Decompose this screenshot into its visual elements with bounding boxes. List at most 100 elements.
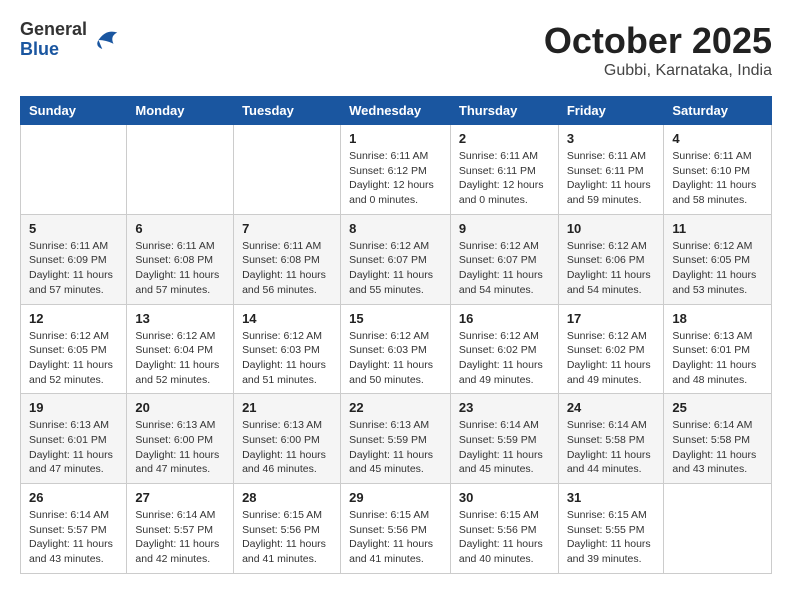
week-row-3: 12 Sunrise: 6:12 AM Sunset: 6:05 PM Dayli…: [21, 304, 772, 394]
page-header: General Blue October 2025 Gubbi, Karnata…: [20, 20, 772, 80]
day-number: 14: [242, 311, 332, 326]
day-info: Sunrise: 6:12 AM Sunset: 6:02 PM Dayligh…: [567, 329, 656, 388]
day-header-friday: Friday: [558, 97, 664, 125]
calendar-cell: 17 Sunrise: 6:12 AM Sunset: 6:02 PM Dayli…: [558, 304, 664, 394]
calendar-cell: 29Sunrise: 6:15 AM Sunset: 5:56 PM Dayli…: [341, 484, 451, 574]
calendar-cell: 27 Sunrise: 6:14 AM Sunset: 5:57 PM Dayli…: [127, 484, 234, 574]
calendar-cell: [234, 125, 341, 215]
calendar-cell: 18 Sunrise: 6:13 AM Sunset: 6:01 PM Dayli…: [664, 304, 772, 394]
day-header-wednesday: Wednesday: [341, 97, 451, 125]
day-number: 2: [459, 131, 550, 146]
calendar-cell: 2 Sunrise: 6:11 AM Sunset: 6:11 PM Daylig…: [450, 125, 558, 215]
calendar-cell: 21 Sunrise: 6:13 AM Sunset: 6:00 PM Dayli…: [234, 394, 341, 484]
day-number: 18: [672, 311, 763, 326]
day-number: 11: [672, 221, 763, 236]
day-number: 31: [567, 490, 656, 505]
calendar-cell: 10 Sunrise: 6:12 AM Sunset: 6:06 PM Dayli…: [558, 214, 664, 304]
calendar-cell: 9Sunrise: 6:12 AM Sunset: 6:07 PM Daylig…: [450, 214, 558, 304]
calendar-table: SundayMondayTuesdayWednesdayThursdayFrid…: [20, 96, 772, 574]
calendar-cell: 12 Sunrise: 6:12 AM Sunset: 6:05 PM Dayli…: [21, 304, 127, 394]
day-number: 27: [135, 490, 225, 505]
month-title: October 2025: [544, 20, 772, 62]
day-info: Sunrise: 6:12 AM Sunset: 6:05 PM Dayligh…: [29, 329, 118, 388]
day-info: Sunrise: 6:11 AM Sunset: 6:09 PM Dayligh…: [29, 239, 118, 298]
day-info: Sunrise: 6:11 AM Sunset: 6:10 PM Dayligh…: [672, 149, 763, 208]
week-row-2: 5Sunrise: 6:11 AM Sunset: 6:09 PM Daylig…: [21, 214, 772, 304]
day-header-saturday: Saturday: [664, 97, 772, 125]
day-number: 20: [135, 400, 225, 415]
day-info: Sunrise: 6:12 AM Sunset: 6:07 PM Dayligh…: [459, 239, 550, 298]
calendar-cell: 24Sunrise: 6:14 AM Sunset: 5:58 PM Dayli…: [558, 394, 664, 484]
calendar-cell: 3 Sunrise: 6:11 AM Sunset: 6:11 PM Daylig…: [558, 125, 664, 215]
day-info: Sunrise: 6:12 AM Sunset: 6:03 PM Dayligh…: [349, 329, 442, 388]
day-number: 23: [459, 400, 550, 415]
calendar-cell: 20 Sunrise: 6:13 AM Sunset: 6:00 PM Dayli…: [127, 394, 234, 484]
calendar-cell: 8Sunrise: 6:12 AM Sunset: 6:07 PM Daylig…: [341, 214, 451, 304]
day-number: 1: [349, 131, 442, 146]
day-number: 8: [349, 221, 442, 236]
day-number: 25: [672, 400, 763, 415]
day-info: Sunrise: 6:13 AM Sunset: 5:59 PM Dayligh…: [349, 418, 442, 477]
day-info: Sunrise: 6:12 AM Sunset: 6:05 PM Dayligh…: [672, 239, 763, 298]
day-info: Sunrise: 6:12 AM Sunset: 6:06 PM Dayligh…: [567, 239, 656, 298]
day-info: Sunrise: 6:12 AM Sunset: 6:03 PM Dayligh…: [242, 329, 332, 388]
day-number: 15: [349, 311, 442, 326]
day-info: Sunrise: 6:13 AM Sunset: 6:01 PM Dayligh…: [29, 418, 118, 477]
day-info: Sunrise: 6:12 AM Sunset: 6:02 PM Dayligh…: [459, 329, 550, 388]
day-number: 16: [459, 311, 550, 326]
day-info: Sunrise: 6:11 AM Sunset: 6:08 PM Dayligh…: [242, 239, 332, 298]
calendar-cell: 15 Sunrise: 6:12 AM Sunset: 6:03 PM Dayli…: [341, 304, 451, 394]
day-number: 28: [242, 490, 332, 505]
day-number: 10: [567, 221, 656, 236]
day-info: Sunrise: 6:11 AM Sunset: 6:08 PM Dayligh…: [135, 239, 225, 298]
day-number: 3: [567, 131, 656, 146]
day-header-sunday: Sunday: [21, 97, 127, 125]
day-number: 7: [242, 221, 332, 236]
day-number: 22: [349, 400, 442, 415]
calendar-cell: 25Sunrise: 6:14 AM Sunset: 5:58 PM Dayli…: [664, 394, 772, 484]
logo-bird-icon: [91, 25, 121, 55]
calendar-cell: 14 Sunrise: 6:12 AM Sunset: 6:03 PM Dayli…: [234, 304, 341, 394]
day-number: 4: [672, 131, 763, 146]
calendar-cell: 31Sunrise: 6:15 AM Sunset: 5:55 PM Dayli…: [558, 484, 664, 574]
day-info: Sunrise: 6:13 AM Sunset: 6:01 PM Dayligh…: [672, 329, 763, 388]
title-area: October 2025 Gubbi, Karnataka, India: [544, 20, 772, 80]
calendar-cell: 22 Sunrise: 6:13 AM Sunset: 5:59 PM Dayli…: [341, 394, 451, 484]
header-row: SundayMondayTuesdayWednesdayThursdayFrid…: [21, 97, 772, 125]
logo: General Blue: [20, 20, 121, 60]
day-info: Sunrise: 6:11 AM Sunset: 6:11 PM Dayligh…: [459, 149, 550, 208]
calendar-cell: 5Sunrise: 6:11 AM Sunset: 6:09 PM Daylig…: [21, 214, 127, 304]
day-info: Sunrise: 6:14 AM Sunset: 5:57 PM Dayligh…: [135, 508, 225, 567]
calendar-cell: 30 Sunrise: 6:15 AM Sunset: 5:56 PM Dayli…: [450, 484, 558, 574]
calendar-cell: 4 Sunrise: 6:11 AM Sunset: 6:10 PM Daylig…: [664, 125, 772, 215]
day-info: Sunrise: 6:13 AM Sunset: 6:00 PM Dayligh…: [242, 418, 332, 477]
day-number: 12: [29, 311, 118, 326]
calendar-cell: 11 Sunrise: 6:12 AM Sunset: 6:05 PM Dayli…: [664, 214, 772, 304]
calendar-cell: [21, 125, 127, 215]
day-number: 21: [242, 400, 332, 415]
week-row-4: 19 Sunrise: 6:13 AM Sunset: 6:01 PM Dayli…: [21, 394, 772, 484]
calendar-cell: 26 Sunrise: 6:14 AM Sunset: 5:57 PM Dayli…: [21, 484, 127, 574]
day-info: Sunrise: 6:11 AM Sunset: 6:12 PM Dayligh…: [349, 149, 442, 208]
location-subtitle: Gubbi, Karnataka, India: [544, 62, 772, 80]
calendar-cell: 23 Sunrise: 6:14 AM Sunset: 5:59 PM Dayli…: [450, 394, 558, 484]
day-info: Sunrise: 6:12 AM Sunset: 6:04 PM Dayligh…: [135, 329, 225, 388]
day-info: Sunrise: 6:14 AM Sunset: 5:58 PM Dayligh…: [567, 418, 656, 477]
day-info: Sunrise: 6:13 AM Sunset: 6:00 PM Dayligh…: [135, 418, 225, 477]
day-info: Sunrise: 6:15 AM Sunset: 5:56 PM Dayligh…: [242, 508, 332, 567]
day-number: 30: [459, 490, 550, 505]
day-info: Sunrise: 6:11 AM Sunset: 6:11 PM Dayligh…: [567, 149, 656, 208]
day-number: 19: [29, 400, 118, 415]
calendar-cell: [127, 125, 234, 215]
day-number: 17: [567, 311, 656, 326]
day-info: Sunrise: 6:15 AM Sunset: 5:56 PM Dayligh…: [459, 508, 550, 567]
day-header-thursday: Thursday: [450, 97, 558, 125]
calendar-header: SundayMondayTuesdayWednesdayThursdayFrid…: [21, 97, 772, 125]
day-info: Sunrise: 6:14 AM Sunset: 5:59 PM Dayligh…: [459, 418, 550, 477]
calendar-cell: [664, 484, 772, 574]
day-header-monday: Monday: [127, 97, 234, 125]
day-info: Sunrise: 6:14 AM Sunset: 5:57 PM Dayligh…: [29, 508, 118, 567]
calendar-cell: 6Sunrise: 6:11 AM Sunset: 6:08 PM Daylig…: [127, 214, 234, 304]
calendar-cell: 28 Sunrise: 6:15 AM Sunset: 5:56 PM Dayli…: [234, 484, 341, 574]
day-number: 26: [29, 490, 118, 505]
